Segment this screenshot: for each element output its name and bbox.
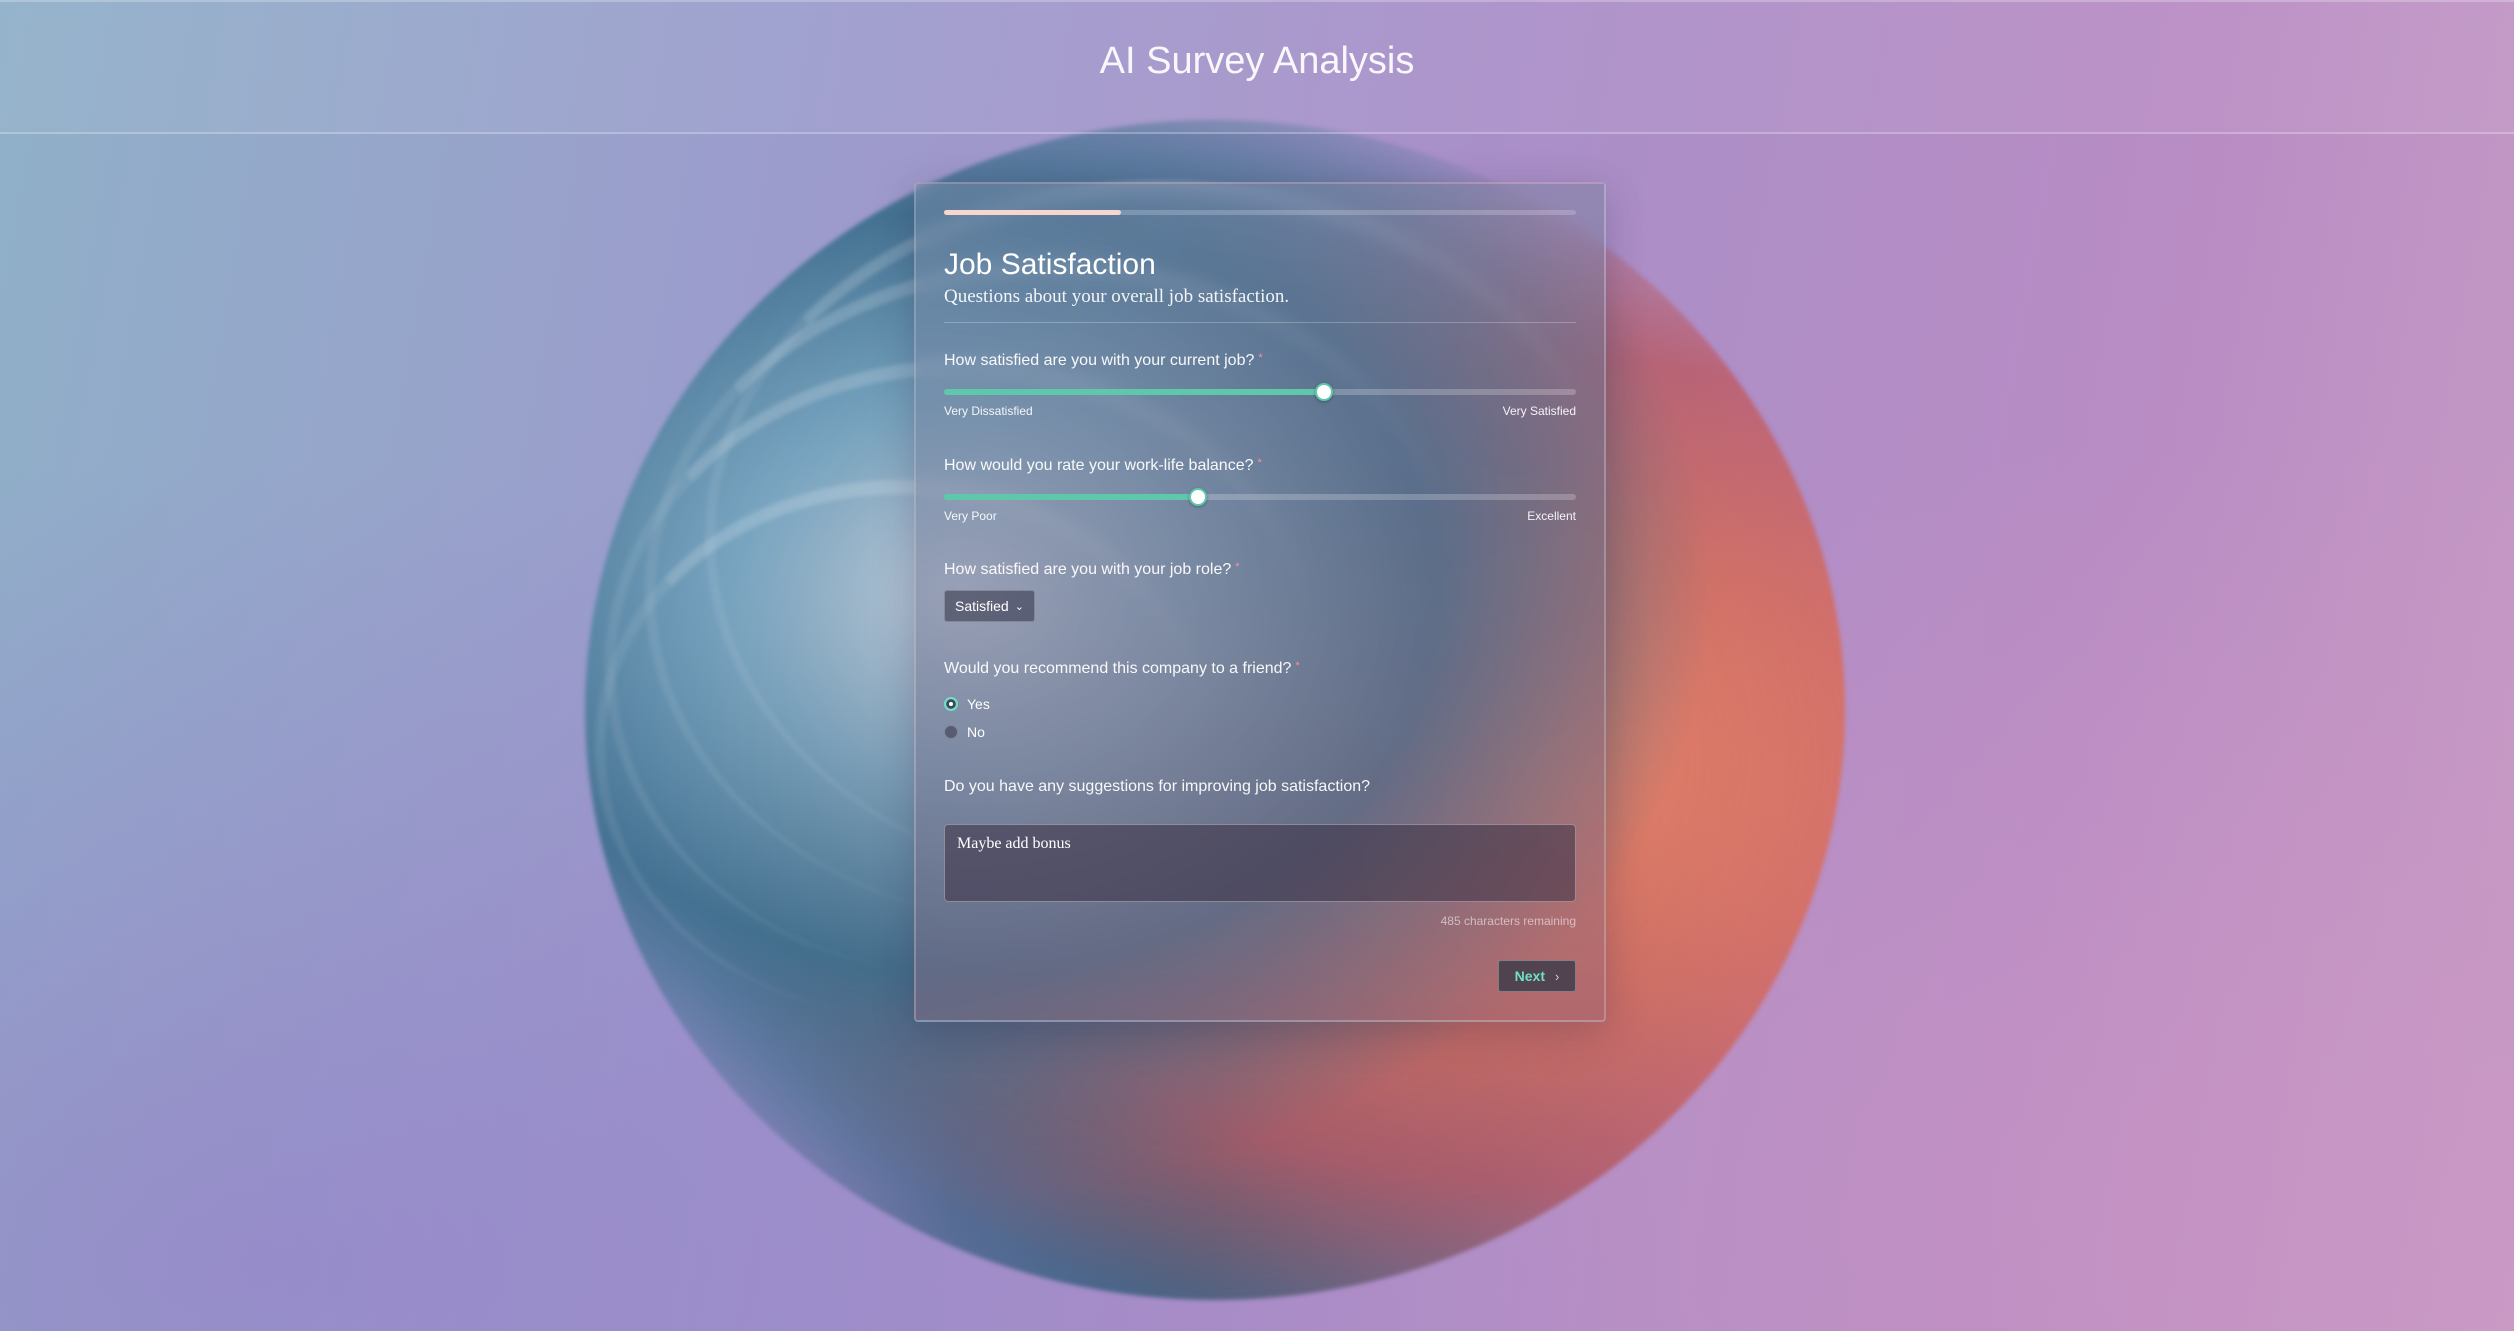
slider-fill [944, 389, 1324, 395]
required-marker: * [1295, 660, 1300, 672]
section-divider [944, 322, 1576, 323]
question-job-role-label: How satisfied are you with your job role… [944, 561, 1240, 579]
question-text: How would you rate your work-life balanc… [944, 457, 1254, 474]
progress-bar-fill [944, 210, 1121, 215]
chevron-down-icon: ⌄ [1014, 600, 1024, 613]
question-job-satisfaction-label: How satisfied are you with your current … [944, 352, 1263, 370]
job-role-selected-value: Satisfied [955, 598, 1009, 614]
work-life-slider[interactable] [944, 488, 1576, 506]
slider-max-label: Very Satisfied [1502, 404, 1576, 418]
section-title: Job Satisfaction [944, 248, 1156, 281]
required-marker: * [1257, 457, 1262, 469]
question-text: How satisfied are you with your job role… [944, 561, 1232, 578]
radio-option-yes[interactable]: Yes [944, 696, 990, 712]
slider-min-label: Very Dissatisfied [944, 404, 1033, 418]
slider-fill [944, 494, 1197, 500]
question-suggestions-label: Do you have any suggestions for improvin… [944, 778, 1370, 796]
section-description: Questions about your overall job satisfa… [944, 286, 1290, 307]
required-marker: * [1258, 352, 1263, 364]
question-work-life-label: How would you rate your work-life balanc… [944, 457, 1262, 475]
question-text: Do you have any suggestions for improvin… [944, 778, 1371, 795]
radio-option-no[interactable]: No [944, 724, 985, 740]
radio-button-unchecked[interactable] [944, 725, 958, 739]
slider-max-label: Excellent [1527, 509, 1576, 523]
survey-card: Job Satisfaction Questions about your ov… [914, 182, 1606, 1022]
required-marker: * [1235, 561, 1240, 573]
slider-thumb[interactable] [1188, 488, 1207, 506]
radio-label: Yes [967, 696, 990, 712]
characters-remaining: 485 characters remaining [1440, 914, 1576, 928]
app-header: AI Survey Analysis [0, 0, 2514, 134]
question-text: How satisfied are you with your current … [944, 352, 1255, 369]
chevron-right-icon: › [1555, 968, 1560, 984]
job-satisfaction-slider[interactable] [944, 383, 1576, 401]
radio-label: No [967, 724, 985, 740]
suggestions-textarea[interactable] [944, 824, 1576, 902]
radio-button-checked[interactable] [944, 697, 958, 711]
question-recommend-label: Would you recommend this company to a fr… [944, 660, 1300, 678]
slider-thumb[interactable] [1315, 383, 1334, 401]
question-text: Would you recommend this company to a fr… [944, 660, 1292, 677]
slider-min-label: Very Poor [944, 509, 997, 523]
next-button-label: Next [1514, 968, 1545, 984]
next-button[interactable]: Next › [1498, 960, 1576, 992]
progress-bar [944, 210, 1576, 215]
job-role-select[interactable]: Satisfied ⌄ [944, 590, 1035, 622]
app-title: AI Survey Analysis [1099, 40, 1415, 82]
